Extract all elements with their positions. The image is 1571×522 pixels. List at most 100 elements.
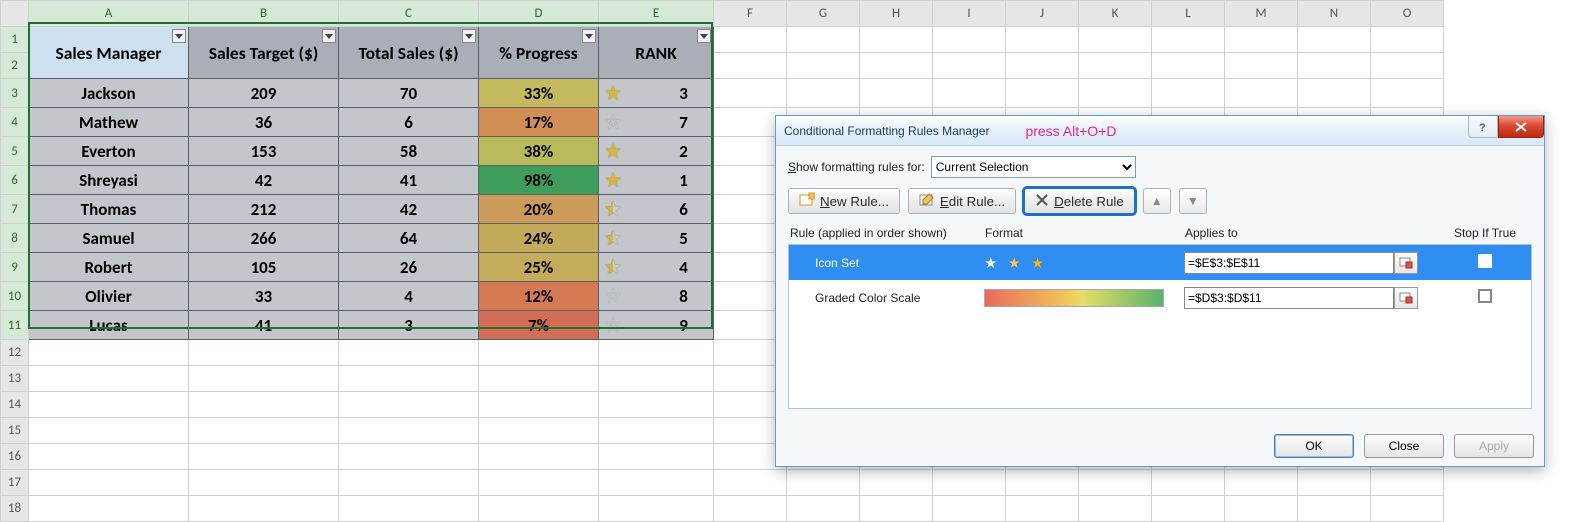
cell[interactable] [479, 418, 599, 444]
col-header[interactable]: J [1006, 1, 1079, 27]
cell[interactable] [1079, 79, 1152, 108]
cell[interactable] [29, 418, 189, 444]
col-header[interactable]: D [479, 1, 599, 27]
cell[interactable] [787, 53, 860, 79]
mgr-cell[interactable]: Mathew [29, 108, 189, 137]
cell[interactable] [860, 470, 933, 496]
cell[interactable] [1225, 496, 1298, 522]
cell[interactable] [1298, 496, 1371, 522]
cell[interactable] [599, 340, 714, 366]
target-cell[interactable]: 41 [189, 311, 339, 340]
cell[interactable] [1371, 27, 1444, 53]
edit-rule-button[interactable]: Edit Rule... [908, 188, 1016, 214]
progress-cell[interactable]: 24% [479, 224, 599, 253]
move-up-button[interactable]: ▲ [1143, 188, 1171, 214]
col-header[interactable]: I [933, 1, 1006, 27]
mgr-cell[interactable]: Jackson [29, 79, 189, 108]
mgr-cell[interactable]: Thomas [29, 195, 189, 224]
cell[interactable] [1298, 470, 1371, 496]
cell[interactable] [1371, 53, 1444, 79]
show-rules-select[interactable]: Current Selection [931, 156, 1136, 178]
cell[interactable] [339, 496, 479, 522]
rule-row[interactable]: Icon Set★★★ [789, 245, 1531, 280]
cell[interactable] [339, 470, 479, 496]
row-header[interactable]: 12 [1, 340, 29, 366]
cell[interactable] [1152, 470, 1225, 496]
cell[interactable] [714, 27, 787, 53]
select-all-corner[interactable] [1, 1, 29, 27]
row-header[interactable]: 16 [1, 444, 29, 470]
col-header[interactable]: G [787, 1, 860, 27]
mgr-cell[interactable]: Robert [29, 253, 189, 282]
cell[interactable] [479, 496, 599, 522]
row-header[interactable]: 14 [1, 392, 29, 418]
cell[interactable] [1006, 496, 1079, 522]
cell[interactable] [1298, 53, 1371, 79]
cell[interactable] [933, 53, 1006, 79]
sales-cell[interactable]: 70 [339, 79, 479, 108]
cell[interactable] [599, 366, 714, 392]
col-header[interactable]: O [1371, 1, 1444, 27]
row-header[interactable]: 9 [1, 253, 29, 282]
cell[interactable] [29, 496, 189, 522]
row-header[interactable]: 17 [1, 470, 29, 496]
cell[interactable] [29, 340, 189, 366]
sales-cell[interactable]: 42 [339, 195, 479, 224]
target-cell[interactable]: 266 [189, 224, 339, 253]
target-cell[interactable]: 212 [189, 195, 339, 224]
cell[interactable] [339, 340, 479, 366]
row-header[interactable]: 15 [1, 418, 29, 444]
progress-cell[interactable]: 12% [479, 282, 599, 311]
progress-cell[interactable]: 25% [479, 253, 599, 282]
rank-cell[interactable]: ☆8 [599, 282, 714, 311]
progress-cell[interactable]: 17% [479, 108, 599, 137]
rank-cell[interactable]: ★★4 [599, 253, 714, 282]
stop-if-true-checkbox[interactable] [1478, 254, 1492, 268]
progress-cell[interactable]: 33% [479, 79, 599, 108]
cell[interactable] [189, 392, 339, 418]
cell[interactable] [787, 496, 860, 522]
progress-cell[interactable]: 7% [479, 311, 599, 340]
cell[interactable] [714, 53, 787, 79]
sales-cell[interactable]: 64 [339, 224, 479, 253]
progress-cell[interactable]: 38% [479, 137, 599, 166]
cell[interactable] [1371, 79, 1444, 108]
col-header[interactable]: H [860, 1, 933, 27]
filter-dropdown-icon[interactable] [697, 29, 711, 43]
row-header[interactable]: 5 [1, 137, 29, 166]
row-header[interactable]: 7 [1, 195, 29, 224]
rank-cell[interactable]: ★2 [599, 137, 714, 166]
filter-dropdown-icon[interactable] [462, 29, 476, 43]
cell[interactable] [599, 444, 714, 470]
cell[interactable] [29, 366, 189, 392]
cell[interactable] [1152, 79, 1225, 108]
target-cell[interactable]: 42 [189, 166, 339, 195]
cell[interactable] [1371, 496, 1444, 522]
mgr-cell[interactable]: Samuel [29, 224, 189, 253]
cell[interactable] [189, 418, 339, 444]
cell[interactable] [1079, 496, 1152, 522]
mgr-cell[interactable]: Olivier [29, 282, 189, 311]
cell[interactable] [1079, 27, 1152, 53]
table-header-cell[interactable]: % Progress [479, 27, 599, 79]
cell[interactable] [29, 392, 189, 418]
sales-cell[interactable]: 41 [339, 166, 479, 195]
close-button[interactable]: Close [1364, 434, 1444, 458]
rank-cell[interactable]: ★★5 [599, 224, 714, 253]
cell[interactable] [29, 444, 189, 470]
cell[interactable] [933, 470, 1006, 496]
table-header-cell[interactable]: Sales Manager [29, 27, 189, 79]
mgr-cell[interactable]: Shreyasi [29, 166, 189, 195]
ok-button[interactable]: OK [1274, 434, 1354, 458]
mgr-cell[interactable]: Lucas [29, 311, 189, 340]
row-header[interactable]: 13 [1, 366, 29, 392]
cell[interactable] [189, 496, 339, 522]
cell[interactable] [1371, 470, 1444, 496]
progress-cell[interactable]: 98% [479, 166, 599, 195]
target-cell[interactable]: 36 [189, 108, 339, 137]
cell[interactable] [189, 366, 339, 392]
cell[interactable] [599, 392, 714, 418]
row-header[interactable]: 6 [1, 166, 29, 195]
col-header[interactable]: E [599, 1, 714, 27]
col-header[interactable]: M [1225, 1, 1298, 27]
